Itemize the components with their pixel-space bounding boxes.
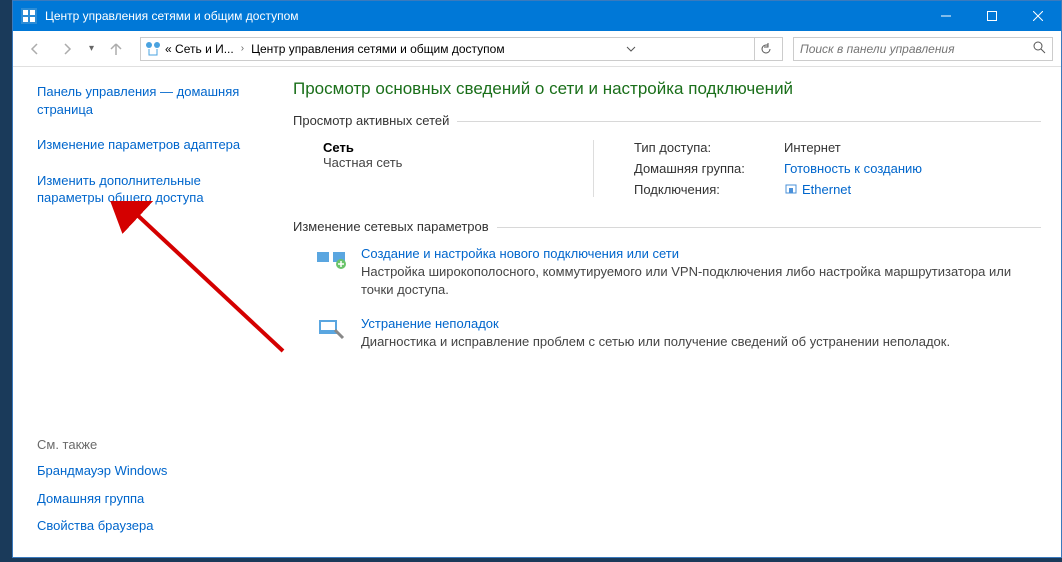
breadcrumb-icon	[145, 41, 161, 57]
action-troubleshoot: Устранение неполадок Диагностика и испра…	[315, 316, 1041, 351]
action-troubleshoot-desc: Диагностика и исправление проблем с сеть…	[361, 333, 950, 351]
control-panel-window: Центр управления сетями и общим доступом…	[12, 0, 1062, 558]
body: Панель управления — домашняя страница Из…	[13, 67, 1061, 557]
minimize-button[interactable]	[923, 1, 969, 31]
breadcrumb-part2[interactable]: Центр управления сетями и общим доступом	[247, 42, 509, 56]
active-networks-label: Просмотр активных сетей	[293, 113, 1041, 128]
main-content: Просмотр основных сведений о сети и наст…	[273, 67, 1061, 557]
sidebar-link-adapter-settings[interactable]: Изменение параметров адаптера	[37, 136, 261, 154]
forward-button[interactable]	[53, 35, 81, 63]
connections-label: Подключения:	[634, 182, 784, 197]
change-settings-label: Изменение сетевых параметров	[293, 219, 1041, 234]
up-button[interactable]	[102, 35, 130, 63]
recent-dropdown-icon[interactable]: ▾	[85, 39, 98, 58]
network-type: Частная сеть	[323, 155, 573, 170]
titlebar: Центр управления сетями и общим доступом	[13, 1, 1061, 31]
breadcrumb[interactable]: « Сеть и И... › Центр управления сетями …	[140, 37, 783, 61]
action-new-connection: Создание и настройка нового подключения …	[315, 246, 1041, 298]
new-connection-icon	[315, 246, 347, 270]
search-box[interactable]	[793, 37, 1053, 61]
sidebar-link-home[interactable]: Панель управления — домашняя страница	[37, 83, 261, 118]
access-type-value: Интернет	[784, 140, 1041, 155]
navbar: ▾ « Сеть и И... › Центр управления сетям…	[13, 31, 1061, 67]
search-input[interactable]	[800, 42, 1032, 56]
action-new-connection-link[interactable]: Создание и настройка нового подключения …	[361, 246, 1041, 261]
page-title: Просмотр основных сведений о сети и наст…	[293, 79, 1041, 99]
action-troubleshoot-link[interactable]: Устранение неполадок	[361, 316, 950, 331]
network-name: Сеть	[323, 140, 573, 155]
maximize-button[interactable]	[969, 1, 1015, 31]
connection-link[interactable]: Ethernet	[802, 182, 851, 197]
window-title: Центр управления сетями и общим доступом	[45, 9, 299, 23]
network-entry: Сеть Частная сеть Тип доступа: Интернет …	[323, 140, 1041, 197]
chevron-right-icon: ›	[238, 43, 247, 54]
ethernet-icon	[784, 182, 798, 196]
breadcrumb-dropdown[interactable]	[619, 38, 643, 60]
app-icon	[21, 8, 37, 24]
troubleshoot-icon	[315, 316, 347, 340]
refresh-button[interactable]	[754, 38, 778, 60]
close-button[interactable]	[1015, 1, 1061, 31]
see-also-browser-props[interactable]: Свойства браузера	[37, 517, 261, 535]
breadcrumb-part1[interactable]: « Сеть и И...	[161, 42, 238, 56]
action-new-connection-desc: Настройка широкополосного, коммутируемог…	[361, 263, 1041, 298]
search-icon	[1032, 40, 1046, 57]
homegroup-label: Домашняя группа:	[634, 161, 784, 176]
sidebar: Панель управления — домашняя страница Из…	[13, 67, 273, 557]
see-also-label: См. также	[37, 437, 261, 452]
window-controls	[923, 1, 1061, 31]
see-also-homegroup[interactable]: Домашняя группа	[37, 490, 261, 508]
access-type-label: Тип доступа:	[634, 140, 784, 155]
back-button[interactable]	[21, 35, 49, 63]
sidebar-link-advanced-sharing[interactable]: Изменить дополнительные параметры общего…	[37, 172, 261, 207]
see-also-firewall[interactable]: Брандмауэр Windows	[37, 462, 261, 480]
homegroup-link[interactable]: Готовность к созданию	[784, 161, 922, 176]
